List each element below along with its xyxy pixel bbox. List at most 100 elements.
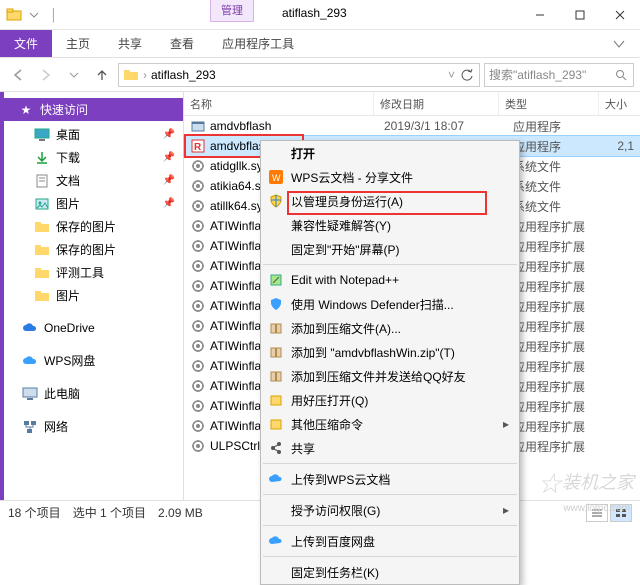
sidebar-item-label: 桌面	[56, 126, 80, 143]
ctx-grant-access[interactable]: 授予访问权限(G)▸	[261, 498, 519, 522]
folder-icon	[34, 219, 50, 235]
search-icon[interactable]	[613, 67, 629, 83]
ctx-haozip[interactable]: 用好压打开(Q)	[261, 388, 519, 412]
sidebar-quick-access[interactable]: ★ 快速访问	[4, 98, 183, 121]
address-field[interactable]: › atiflash_293 ˅	[118, 63, 480, 87]
view-icons-button[interactable]	[610, 504, 632, 522]
list-header: 名称 修改日期 类型 大小	[184, 92, 640, 116]
maximize-button[interactable]	[560, 0, 600, 29]
column-name[interactable]: 名称	[184, 92, 374, 115]
file-type: 系统文件	[513, 178, 613, 195]
ctx-wps-share[interactable]: WWPS云文档 - 分享文件	[261, 165, 519, 189]
defender-icon	[267, 295, 285, 313]
ribbon-tabs: 文件 主页 共享 查看 应用程序工具	[0, 30, 640, 58]
folder-icon	[6, 7, 22, 23]
sidebar: ★ 快速访问 桌面📌下载📌文档📌图片📌保存的图片保存的图片评测工具图片 OneD…	[4, 92, 184, 500]
sidebar-item[interactable]: 图片📌	[4, 192, 183, 215]
window-title: atiflash_293	[282, 6, 347, 20]
haozip-icon	[267, 415, 285, 433]
column-size[interactable]: 大小	[599, 92, 640, 115]
ribbon-help-icon[interactable]	[598, 30, 640, 57]
sidebar-item-label: 保存的图片	[56, 241, 116, 258]
ribbon-file-tab[interactable]: 文件	[0, 30, 52, 57]
nav-recent-button[interactable]	[62, 63, 86, 87]
file-icon	[190, 118, 206, 134]
ribbon-tab-apptools[interactable]: 应用程序工具	[208, 30, 308, 57]
ctx-upload-wps[interactable]: 上传到WPS云文档	[261, 467, 519, 491]
sidebar-item[interactable]: 文档📌	[4, 169, 183, 192]
network-icon	[22, 419, 38, 435]
minimize-button[interactable]	[520, 0, 560, 29]
qat-down-icon[interactable]	[26, 7, 42, 23]
close-button[interactable]	[600, 0, 640, 29]
file-date: 2019/3/1 18:07	[384, 119, 509, 133]
haozip-icon	[267, 391, 285, 409]
search-field[interactable]: 搜索"atiflash_293"	[484, 63, 634, 87]
breadcrumb-text[interactable]: atiflash_293	[151, 68, 444, 82]
breadcrumb-chevron-icon[interactable]: ›	[143, 68, 147, 82]
sidebar-onedrive[interactable]: OneDrive	[4, 317, 183, 339]
cloud-up-icon	[267, 532, 285, 550]
ctx-notepad[interactable]: Edit with Notepad++	[261, 268, 519, 292]
archive-icon	[267, 367, 285, 385]
ribbon-tab-home[interactable]: 主页	[52, 30, 104, 57]
file-row[interactable]: amdvbflash2019/3/1 18:07应用程序	[184, 116, 640, 136]
sidebar-item[interactable]: 保存的图片	[4, 215, 183, 238]
refresh-icon[interactable]	[459, 67, 475, 83]
file-icon	[190, 258, 206, 274]
column-date[interactable]: 修改日期	[374, 92, 499, 115]
submenu-arrow-icon: ▸	[503, 417, 509, 431]
file-icon	[190, 178, 206, 194]
file-icon	[190, 158, 206, 174]
ctx-other-zip[interactable]: 其他压缩命令▸	[261, 412, 519, 436]
sidebar-item[interactable]: 评测工具	[4, 261, 183, 284]
sidebar-item-label: 文档	[56, 172, 80, 189]
column-type[interactable]: 类型	[499, 92, 599, 115]
nav-up-button[interactable]	[90, 63, 114, 87]
desktop-icon	[34, 127, 50, 143]
ribbon-tab-share[interactable]: 共享	[104, 30, 156, 57]
file-type: 应用程序扩展	[513, 418, 613, 435]
sidebar-item-label: 评测工具	[56, 264, 104, 281]
file-icon	[190, 278, 206, 294]
ctx-pin-taskbar[interactable]: 固定到任务栏(K)	[261, 560, 519, 584]
ctx-compat[interactable]: 兼容性疑难解答(Y)	[261, 213, 519, 237]
ctx-pin-start[interactable]: 固定到"开始"屏幕(P)	[261, 237, 519, 261]
ctx-share[interactable]: 共享	[261, 436, 519, 460]
sidebar-wps[interactable]: WPS网盘	[4, 349, 183, 372]
file-type: 系统文件	[513, 158, 613, 175]
star-icon: ★	[18, 102, 34, 118]
sidebar-thispc[interactable]: 此电脑	[4, 382, 183, 405]
ctx-upload-baidu[interactable]: 上传到百度网盘	[261, 529, 519, 553]
ribbon-tab-view[interactable]: 查看	[156, 30, 208, 57]
sidebar-item[interactable]: 桌面📌	[4, 123, 183, 146]
ctx-add-zip[interactable]: 添加到 "amdvbflashWin.zip"(T)	[261, 340, 519, 364]
cloud-up-icon	[267, 470, 285, 488]
file-icon	[190, 438, 206, 454]
ctx-add-archive[interactable]: 添加到压缩文件(A)...	[261, 316, 519, 340]
sidebar-item-label: 图片	[56, 287, 80, 304]
ribbon-contextual-manage[interactable]: 管理	[210, 0, 254, 22]
document-icon	[34, 173, 50, 189]
nav-back-button[interactable]	[6, 63, 30, 87]
status-selected: 选中 1 个项目	[73, 504, 146, 521]
ctx-open[interactable]: 打开	[261, 141, 519, 165]
sidebar-item[interactable]: 下载📌	[4, 146, 183, 169]
ctx-add-qq[interactable]: 添加到压缩文件并发送给QQ好友	[261, 364, 519, 388]
computer-icon	[22, 386, 38, 402]
ctx-run-admin[interactable]: 以管理员身份运行(A)	[261, 189, 519, 213]
view-details-button[interactable]	[586, 504, 608, 522]
share-icon	[267, 439, 285, 457]
ctx-separator	[263, 264, 517, 265]
ctx-separator	[263, 463, 517, 464]
svg-text:W: W	[272, 173, 281, 183]
sidebar-item[interactable]: 保存的图片	[4, 238, 183, 261]
address-dropdown-icon[interactable]: ˅	[448, 68, 455, 82]
ctx-defender[interactable]: 使用 Windows Defender扫描...	[261, 292, 519, 316]
nav-forward-button[interactable]	[34, 63, 58, 87]
sidebar-network[interactable]: 网络	[4, 415, 183, 438]
svg-text:R: R	[194, 142, 202, 153]
pin-icon: 📌	[163, 198, 175, 209]
sidebar-item[interactable]: 图片	[4, 284, 183, 307]
file-type: 应用程序扩展	[513, 298, 613, 315]
